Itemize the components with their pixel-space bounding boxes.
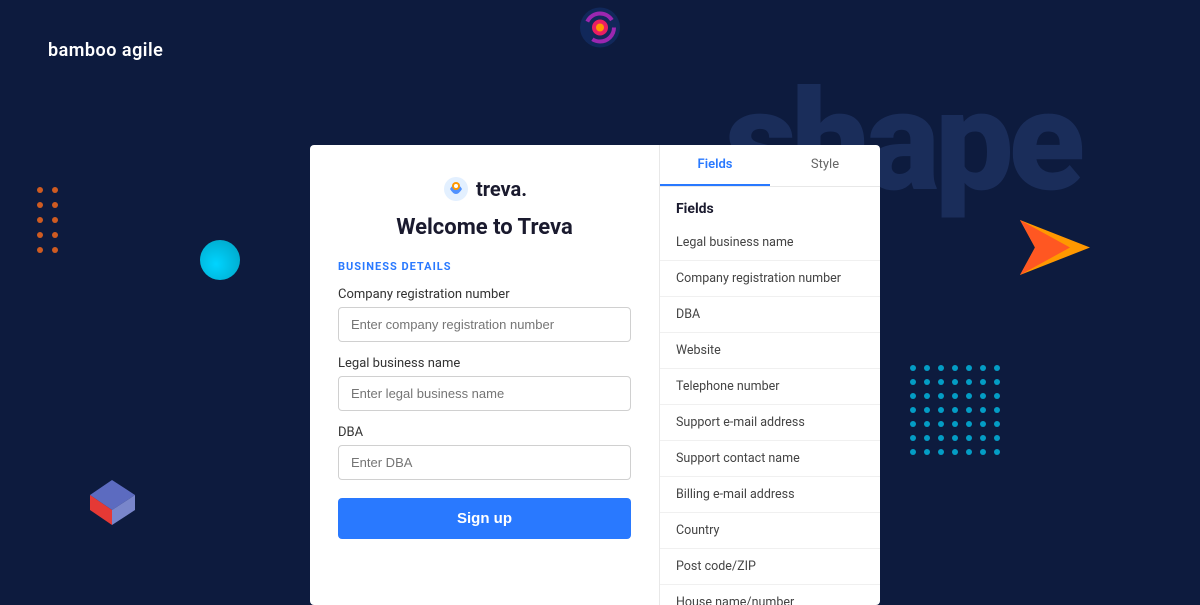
field-item[interactable]: Legal business name bbox=[660, 225, 880, 261]
brand-logo: bamboo agile bbox=[48, 40, 163, 61]
dba-label: DBA bbox=[338, 425, 631, 440]
section-label: BUSINESS DETAILS bbox=[338, 260, 631, 273]
field-item[interactable]: Support e-mail address bbox=[660, 405, 880, 441]
field-item[interactable]: Website bbox=[660, 333, 880, 369]
field-item[interactable]: House name/number bbox=[660, 585, 880, 605]
welcome-title: Welcome to Treva bbox=[338, 215, 631, 240]
decorative-orange-dots bbox=[30, 180, 90, 264]
fields-list: Legal business nameCompany registration … bbox=[660, 225, 880, 605]
legal-name-input[interactable] bbox=[338, 376, 631, 411]
field-item[interactable]: Billing e-mail address bbox=[660, 477, 880, 513]
treva-logo-icon bbox=[442, 175, 470, 203]
field-item[interactable]: DBA bbox=[660, 297, 880, 333]
decorative-arrow bbox=[1020, 220, 1090, 279]
field-item[interactable]: Post code/ZIP bbox=[660, 549, 880, 585]
company-reg-group: Company registration number bbox=[338, 287, 631, 342]
field-item[interactable]: Telephone number bbox=[660, 369, 880, 405]
company-reg-label: Company registration number bbox=[338, 287, 631, 302]
main-panel: treva. Welcome to Treva BUSINESS DETAILS… bbox=[310, 145, 880, 605]
legal-name-group: Legal business name bbox=[338, 356, 631, 411]
form-section: treva. Welcome to Treva BUSINESS DETAILS… bbox=[310, 145, 660, 605]
legal-name-label: Legal business name bbox=[338, 356, 631, 371]
dba-input[interactable] bbox=[338, 445, 631, 480]
dba-group: DBA bbox=[338, 425, 631, 480]
fields-section-title: Fields bbox=[660, 187, 880, 225]
tab-fields[interactable]: Fields bbox=[660, 145, 770, 186]
decorative-cube bbox=[80, 460, 140, 520]
field-item[interactable]: Support contact name bbox=[660, 441, 880, 477]
top-logo-icon bbox=[573, 0, 628, 55]
treva-logo-text: treva. bbox=[476, 177, 527, 201]
tab-style[interactable]: Style bbox=[770, 145, 880, 186]
field-item[interactable]: Country bbox=[660, 513, 880, 549]
tabs-header: Fields Style bbox=[660, 145, 880, 187]
field-item[interactable]: Company registration number bbox=[660, 261, 880, 297]
signup-button[interactable]: Sign up bbox=[338, 498, 631, 539]
decorative-cyan-dots bbox=[905, 360, 1015, 474]
company-reg-input[interactable] bbox=[338, 307, 631, 342]
decorative-cyan-circle bbox=[200, 240, 240, 280]
treva-logo: treva. bbox=[338, 175, 631, 203]
right-panel: Fields Style Fields Legal business nameC… bbox=[660, 145, 880, 605]
